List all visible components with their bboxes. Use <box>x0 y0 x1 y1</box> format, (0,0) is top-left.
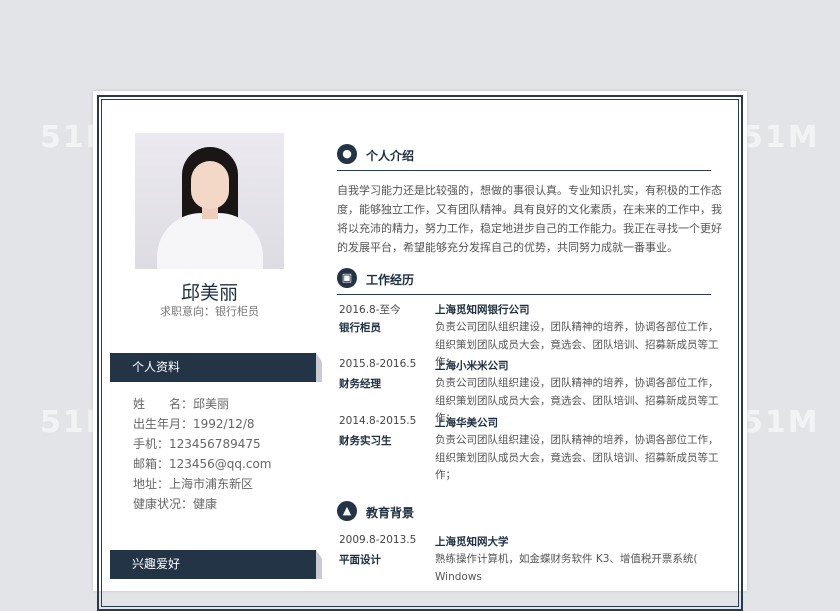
job-company: 上海小米米公司 <box>435 360 509 372</box>
job-date: 2016.8-至今 <box>339 304 401 316</box>
watermark: 51M <box>742 120 820 155</box>
intro-section-title: ● 个人介绍 <box>337 144 711 171</box>
watermark: 51M <box>742 405 820 440</box>
job-role: 银行柜员 <box>339 322 381 334</box>
briefcase-icon: ▣ <box>337 268 357 288</box>
graduation-cap-icon: ▲ <box>337 501 357 521</box>
candidate-name: 邱美丽 <box>180 282 238 304</box>
job-date: 2014.8-2015.5 <box>339 415 417 427</box>
info-email: 邮箱：123456@qq.com <box>133 457 272 471</box>
job-description: 负责公司团队组织建设，团队精神的培养，协调各部位工作，组织策划团队成员大会，竟选… <box>435 434 719 481</box>
education-section-title: ▲ 教育背景 <box>337 501 711 527</box>
resume-sheet: 邱美丽 求职意向：银行柜员 个人资料 姓 名：邱美丽 出生年月：1992/12/… <box>93 91 747 611</box>
education-major: 平面设计 <box>339 554 381 566</box>
job-company: 上海觅知网银行公司 <box>435 304 530 316</box>
info-birth: 出生年月：1992/12/8 <box>133 417 255 431</box>
education-school: 上海觅知网大学 <box>435 536 509 548</box>
job-role: 财务实习生 <box>339 435 392 447</box>
job-role: 财务经理 <box>339 378 381 390</box>
info-address: 地址：上海市浦东新区 <box>133 477 254 491</box>
job-company: 上海华美公司 <box>435 417 498 429</box>
job-intent: 求职意向：银行柜员 <box>160 305 259 318</box>
intro-title: 个人介绍 <box>366 149 415 163</box>
person-icon: ● <box>337 144 357 164</box>
experience-section-title: ▣ 工作经历 <box>337 268 711 295</box>
info-phone: 手机：123456789475 <box>133 437 261 451</box>
intro-text: 自我学习能力还是比较强的，想做的事很认真。专业知识扎实，有积极的工作态度，能够独… <box>337 184 722 254</box>
info-name: 姓 名：邱美丽 <box>133 397 230 411</box>
education-description: 熟练操作计算机，如金蝶财务软件 K3、增值税开票系统( Windows <box>435 553 698 583</box>
info-health: 健康状况：健康 <box>133 497 218 511</box>
personal-info-header: 个人资料 <box>110 353 316 382</box>
experience-title: 工作经历 <box>366 273 415 287</box>
personal-info-list: 姓 名：邱美丽 出生年月：1992/12/8 手机：123456789475 邮… <box>133 394 272 514</box>
hobbies-header: 兴趣爱好 <box>110 550 316 579</box>
profile-photo <box>135 133 284 269</box>
education-title: 教育背景 <box>366 506 415 520</box>
job-date: 2015.8-2016.5 <box>339 358 417 370</box>
education-date: 2009.8-2013.5 <box>339 534 417 546</box>
